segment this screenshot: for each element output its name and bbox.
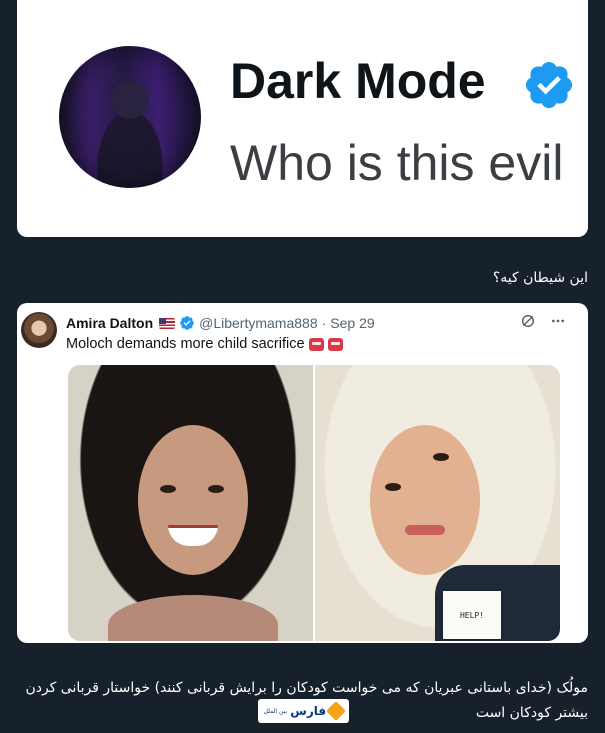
profile-name: Dark Mode (230, 53, 486, 109)
message-caption: این شیطان کیه؟ (492, 270, 588, 286)
tweet-photo-left[interactable] (68, 365, 313, 641)
logo-subtitle: بین الملل (263, 707, 288, 715)
tweet-card[interactable]: Amira Dalton @Libertymama888 · Sep 29 Mo… (17, 303, 588, 643)
fars-logo[interactable]: بین الملل فارس (258, 699, 349, 723)
tweet-header: Amira Dalton @Libertymama888 · Sep 29 (66, 315, 375, 331)
profile-avatar[interactable] (59, 46, 201, 188)
grok-icon[interactable] (520, 313, 536, 329)
tweet-handle[interactable]: @Libertymama888 (199, 315, 318, 331)
photo-eye (385, 483, 401, 491)
tweet-photo-right[interactable]: HELP! (315, 365, 560, 641)
us-flag-icon (159, 317, 176, 329)
photo-eye (160, 485, 176, 493)
fars-logo-icon (326, 701, 347, 721)
verified-badge-icon (525, 61, 573, 109)
photo-eye (433, 453, 449, 461)
separator: · (321, 315, 327, 331)
tweet-text: Moloch demands more child sacrifice (66, 336, 343, 352)
photo-face (138, 425, 248, 575)
tweet-actions (520, 313, 566, 329)
verified-badge-icon (180, 316, 194, 330)
mask-emoji-icon (308, 337, 324, 351)
help-sign: HELP! (443, 591, 501, 639)
tweet-text-content: Moloch demands more child sacrifice (66, 336, 305, 352)
more-options-icon[interactable] (550, 313, 566, 329)
tweet-avatar[interactable] (21, 312, 57, 348)
photo-eye (208, 485, 224, 493)
photo-mouth (405, 525, 445, 535)
tweet-author-name[interactable]: Amira Dalton (66, 315, 153, 331)
tweet-text-zoomed: Who is this evil (230, 135, 564, 191)
mask-emoji-icon (327, 337, 343, 351)
zoomed-tweet-card: Dark Mode Who is this evil (17, 0, 588, 237)
photo-face (370, 425, 480, 575)
logo-text: فارس (290, 704, 327, 718)
tweet-date[interactable]: Sep 29 (330, 315, 374, 331)
